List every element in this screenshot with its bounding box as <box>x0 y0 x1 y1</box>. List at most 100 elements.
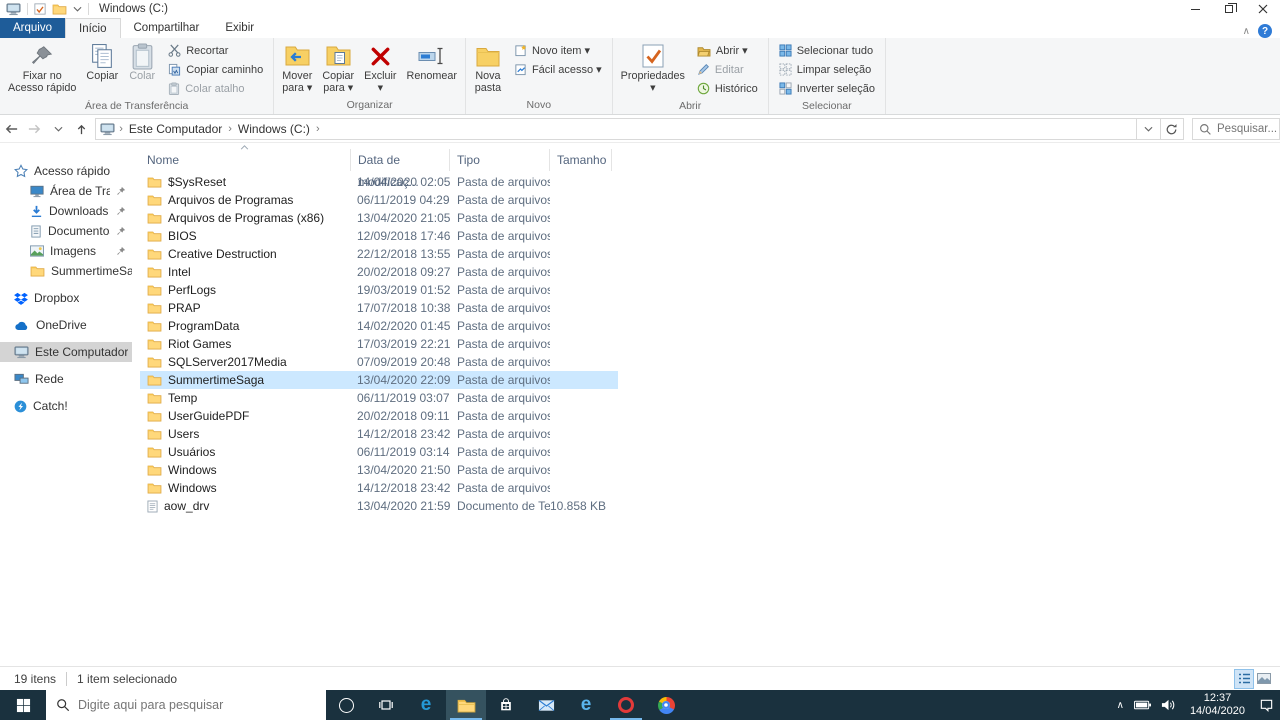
file-row[interactable]: Arquivos de Programas 06/11/2019 04:29 Pas… <box>140 191 618 209</box>
file-row[interactable]: Usuários 06/11/2019 03:14 Pasta de arquivo… <box>140 443 618 461</box>
file-row[interactable]: Creative Destruction 22/12/2018 13:55 Past… <box>140 245 618 263</box>
taskbar-cortana-button[interactable] <box>326 690 366 720</box>
file-row[interactable]: aow_drv13/04/2020 21:59Documento de Te..… <box>140 497 618 515</box>
file-row[interactable]: SQLServer2017Media 07/09/2019 20:48 Pasta … <box>140 353 618 371</box>
sidebar-item-dropbox[interactable]: Dropbox <box>0 288 132 308</box>
renomear-button[interactable]: Renomear <box>402 39 462 99</box>
sidebar-item-area-de-trabalho[interactable]: Área de Trabalho <box>0 181 132 201</box>
up-icon[interactable] <box>70 117 93 141</box>
tab-arquivo[interactable]: Arquivo <box>0 18 65 38</box>
column-header-nome[interactable]: Nome <box>140 145 350 171</box>
tab-exibir[interactable]: Exibir <box>212 18 267 38</box>
forward-icon[interactable] <box>23 117 46 141</box>
colar-atalho-button[interactable]: Colar atalho <box>165 79 266 98</box>
search-input[interactable] <box>1217 123 1277 135</box>
excluir-button[interactable]: Excluir ▾ <box>359 39 401 99</box>
file-row[interactable]: ProgramData 14/02/2020 01:45 Pasta de arqu… <box>140 317 618 335</box>
volume-icon[interactable] <box>1161 699 1176 711</box>
column-header-tipo[interactable]: Tipo <box>450 149 550 171</box>
sidebar-item-documentos[interactable]: Documentos <box>0 221 132 241</box>
refresh-icon[interactable] <box>1160 118 1184 140</box>
close-button[interactable] <box>1246 0 1280 18</box>
file-row[interactable]: Windows 14/12/2018 23:42 Pasta de arquivos <box>140 479 618 497</box>
limpar-selecao-button[interactable]: Limpar seleção <box>776 60 878 79</box>
minimize-button[interactable] <box>1178 0 1212 18</box>
sidebar-item-este-computador[interactable]: Este Computador <box>0 342 132 362</box>
file-row[interactable]: Riot Games 17/03/2019 22:21 Pasta de arqui… <box>140 335 618 353</box>
thumbnail-view-icon[interactable] <box>1254 669 1274 689</box>
nova-pasta-button[interactable]: Nova pasta <box>469 39 507 99</box>
sidebar-item-catch[interactable]: Catch! <box>0 396 132 416</box>
file-row[interactable]: PerfLogs 19/03/2019 01:52 Pasta de arquivo… <box>140 281 618 299</box>
copiar-caminho-button[interactable]: Copiar caminho <box>165 60 266 79</box>
file-rows: $SysReset 14/04/2020 02:05 Pasta de arquiv… <box>140 173 1280 515</box>
properties-check-icon[interactable] <box>34 3 46 15</box>
file-row[interactable]: Temp 06/11/2019 03:07 Pasta de arquivos <box>140 389 618 407</box>
tab-compartilhar[interactable]: Compartilhar <box>121 18 213 38</box>
taskbar-opera-button[interactable] <box>606 690 646 720</box>
sidebar-item-downloads[interactable]: Downloads <box>0 201 132 221</box>
copiar-button[interactable]: Copiar <box>81 39 123 99</box>
sidebar-item-summertimesaga[interactable]: SummertimeSaga <box>0 261 132 281</box>
recortar-button[interactable]: Recortar <box>165 41 266 60</box>
file-row[interactable]: BIOS 12/09/2018 17:46 Pasta de arquivos <box>140 227 618 245</box>
address-dropdown-icon[interactable] <box>1137 118 1161 140</box>
historico-button[interactable]: Histórico <box>694 79 761 98</box>
tab-inicio[interactable]: Início <box>65 18 121 38</box>
battery-icon[interactable] <box>1133 700 1151 710</box>
inverter-selecao-button[interactable]: Inverter seleção <box>776 79 878 98</box>
new-folder-quick-icon[interactable] <box>52 3 67 15</box>
start-icon[interactable] <box>0 690 46 720</box>
action-center-icon[interactable] <box>1259 698 1274 713</box>
text-doc-icon <box>147 500 158 513</box>
file-row[interactable]: Intel 20/02/2018 09:27 Pasta de arquivos <box>140 263 618 281</box>
pin-small-icon <box>116 206 126 216</box>
novo-item-button[interactable]: Novo item ▾ <box>511 41 605 60</box>
sidebar-item-imagens[interactable]: Imagens <box>0 241 132 261</box>
taskbar-edge-button[interactable]: e <box>406 690 446 720</box>
taskbar-internet-explorer-button[interactable]: e <box>566 690 606 720</box>
file-row[interactable]: Arquivos de Programas (x86) 13/04/2020 21… <box>140 209 618 227</box>
details-view-icon[interactable] <box>1234 668 1254 689</box>
facil-acesso-button[interactable]: Fácil acesso ▾ <box>511 60 605 79</box>
restore-button[interactable] <box>1212 0 1246 18</box>
breadcrumb-segment-este-computador[interactable]: Este Computador <box>127 122 224 136</box>
taskbar-search-input[interactable] <box>78 698 298 712</box>
propriedades-button[interactable]: Propriedades ▾ <box>616 39 690 99</box>
file-row[interactable]: UserGuidePDF 20/02/2018 09:11 Pasta de arq… <box>140 407 618 425</box>
taskbar-task-view-button[interactable] <box>366 690 406 720</box>
copiar-para-button[interactable]: Copiar para ▾ <box>317 39 359 99</box>
back-icon[interactable] <box>0 117 23 141</box>
recent-locations-chevron-icon[interactable] <box>47 117 70 141</box>
file-row[interactable]: Users 14/12/2018 23:42 Pasta de arquivos <box>140 425 618 443</box>
abrir-button[interactable]: Abrir ▾ <box>694 41 761 60</box>
chevron-up-icon[interactable]: ∧ <box>1117 700 1124 711</box>
column-header-data-de-modificac[interactable]: Data de modificaç... <box>350 149 450 189</box>
breadcrumb[interactable]: › Este Computador › Windows (C:) › <box>95 118 1138 140</box>
taskbar-store-button[interactable] <box>486 690 526 720</box>
collapse-ribbon-icon[interactable]: ∧ <box>1243 26 1250 37</box>
file-row[interactable]: SummertimeSaga 13/04/2020 22:09 Pasta de a… <box>140 371 618 389</box>
clock[interactable]: 12:37 14/04/2020 <box>1186 692 1249 718</box>
fixar-no-acesso-rapido-button[interactable]: Fixar no Acesso rápido <box>3 39 81 99</box>
selecionar-tudo-button[interactable]: Selecionar tudo <box>776 41 878 60</box>
help-icon[interactable]: ? <box>1258 24 1272 38</box>
breadcrumb-segment-windows-c[interactable]: Windows (C:) <box>236 122 312 136</box>
taskbar-mail-button[interactable] <box>526 690 566 720</box>
history-icon <box>697 82 710 95</box>
explorer-search[interactable] <box>1192 118 1280 140</box>
sidebar-item-rede[interactable]: Rede <box>0 369 132 389</box>
colar-button[interactable]: Colar <box>123 39 161 99</box>
file-row[interactable]: PRAP 17/07/2018 10:38 Pasta de arquivos <box>140 299 618 317</box>
taskbar-chrome-button[interactable] <box>646 690 686 720</box>
chevron-down-icon[interactable] <box>73 6 82 12</box>
sidebar-item-onedrive[interactable]: OneDrive <box>0 315 132 335</box>
window-title: Windows (C:) <box>99 3 169 15</box>
column-header-tamanho[interactable]: Tamanho <box>550 149 612 171</box>
taskbar-file-explorer-button[interactable] <box>446 690 486 720</box>
taskbar-search[interactable] <box>46 690 326 720</box>
file-row[interactable]: Windows 13/04/2020 21:50 Pasta de arquivos <box>140 461 618 479</box>
sidebar-item-acesso-rapido[interactable]: Acesso rápido <box>0 161 132 181</box>
editar-button[interactable]: Editar <box>694 60 761 79</box>
mover-para-button[interactable]: Mover para ▾ <box>277 39 317 99</box>
